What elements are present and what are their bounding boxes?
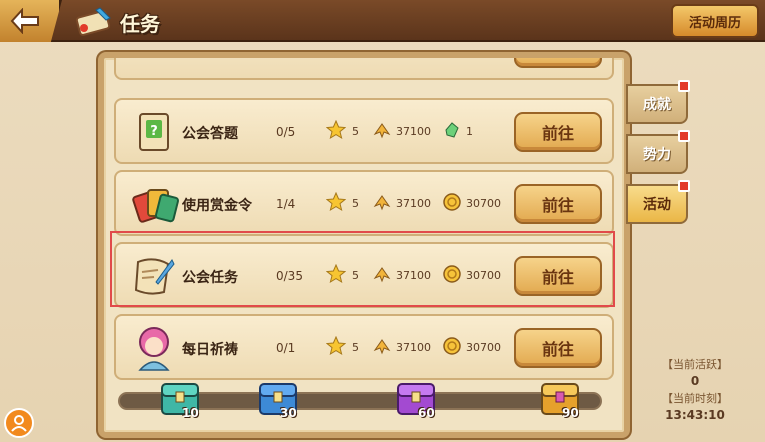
star-reward: 5	[352, 269, 359, 282]
exp-reward: 37100	[396, 341, 431, 354]
activity-calendar-button[interactable]: 活动周历	[671, 4, 759, 38]
task-progress: 0/1	[276, 341, 296, 355]
notification-badge	[678, 130, 690, 142]
activity-info: 【当前活跃】 0 【当前时刻】 13:43:10	[640, 356, 750, 424]
star-icon	[326, 192, 346, 212]
time-label: 【当前时刻】	[662, 392, 728, 405]
go-button[interactable]	[514, 58, 602, 68]
notification-badge	[678, 180, 690, 192]
tab-label: 活动	[643, 197, 671, 213]
exp-reward: 37100	[396, 125, 431, 138]
user-icon	[11, 415, 27, 432]
tab-label: 成就	[643, 97, 671, 113]
exp-icon	[373, 195, 391, 211]
tab-faction[interactable]: 势力	[626, 130, 690, 174]
notification-badge	[678, 80, 690, 92]
chest-value: 10	[182, 406, 199, 420]
avatar-button[interactable]	[4, 408, 34, 438]
tab-activity[interactable]: 活动	[626, 180, 690, 224]
third-reward: 30700	[466, 269, 501, 282]
star-reward: 5	[352, 125, 359, 138]
green-gem-icon	[445, 122, 459, 138]
go-button[interactable]: 前往	[514, 328, 602, 368]
back-arrow-icon	[10, 8, 39, 34]
task-name: 公会任务	[182, 270, 238, 286]
pink-hair-girl-icon	[138, 327, 170, 371]
star-reward: 5	[352, 341, 359, 354]
task-name: 使用赏金令	[182, 198, 252, 214]
exp-reward: 37100	[396, 269, 431, 282]
star-reward: 5	[352, 197, 359, 210]
third-reward: 1	[466, 125, 473, 138]
gold-coin-icon	[443, 337, 461, 355]
active-value: 0	[690, 374, 700, 388]
task-progress: 0/5	[276, 125, 296, 139]
exp-icon	[373, 123, 391, 139]
tab-label: 势力	[643, 147, 671, 163]
go-button[interactable]: 前往	[514, 184, 602, 224]
third-reward: 30700	[466, 341, 501, 354]
third-reward: 30700	[466, 197, 501, 210]
exp-reward: 37100	[396, 197, 431, 210]
task-progress: 1/4	[276, 197, 296, 211]
quiz-board-icon: ?	[139, 113, 169, 151]
tab-achievements[interactable]: 成就	[626, 80, 690, 124]
task-row: 公会任务 0/35 5 37100 30700 前往	[114, 242, 614, 308]
task-row: ? 公会答题 0/5 5 37100 1 前往	[114, 98, 614, 164]
back-button[interactable]	[0, 0, 62, 42]
page-title: 任务	[120, 12, 160, 36]
scroll-quill-icon	[134, 258, 175, 295]
exp-icon	[373, 339, 391, 355]
star-icon	[326, 120, 346, 140]
task-progress: 0/35	[276, 269, 303, 283]
time-value: 13:43:10	[665, 408, 725, 422]
gold-coin-icon	[443, 265, 461, 283]
bounty-cards-icon	[132, 189, 179, 223]
top-bar: 任务 活动周历	[0, 0, 765, 42]
task-name: 每日祈祷	[182, 342, 238, 358]
chest-value: 60	[418, 406, 435, 420]
task-scroll-icon	[75, 7, 111, 36]
active-label: 【当前活跃】	[662, 358, 728, 371]
chest-value: 90	[562, 406, 579, 420]
svg-text:?: ?	[150, 124, 158, 139]
exp-icon	[373, 267, 391, 283]
task-row: 每日祈祷 0/1 5 37100 30700 前往	[114, 314, 614, 380]
star-icon	[326, 264, 346, 284]
gold-coin-icon	[443, 193, 461, 211]
go-button[interactable]: 前往	[514, 256, 602, 296]
go-button[interactable]: 前往	[514, 112, 602, 152]
star-icon	[326, 336, 346, 356]
task-row-partial	[114, 58, 614, 80]
task-row: 使用赏金令 1/4 5 37100 30700 前往	[114, 170, 614, 236]
chest-value: 30	[280, 406, 297, 420]
task-name: 公会答题	[182, 126, 238, 142]
